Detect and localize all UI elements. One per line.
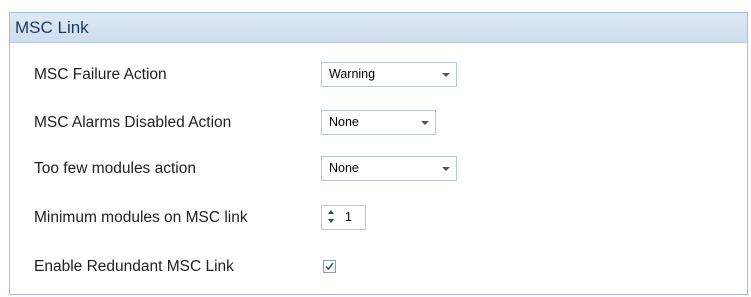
minimum-modules-row: Minimum modules on MSC link 1: [10, 204, 747, 232]
alarms-disabled-value: None: [329, 115, 359, 129]
too-few-modules-label: Too few modules action: [34, 160, 196, 177]
msc-link-panel: MSC Link MSC Failure Action Warning MSC …: [9, 12, 748, 295]
enable-redundant-label: Enable Redundant MSC Link: [34, 258, 234, 275]
chevron-down-icon: [442, 73, 450, 77]
enable-redundant-row: Enable Redundant MSC Link: [10, 253, 747, 281]
failure-action-value: Warning: [329, 67, 376, 81]
chevron-down-icon: [442, 167, 450, 171]
alarms-disabled-label: MSC Alarms Disabled Action: [34, 114, 232, 131]
minimum-modules-value: 1: [345, 210, 352, 224]
failure-action-dropdown[interactable]: Warning: [321, 62, 457, 87]
check-icon: [325, 262, 334, 271]
panel-title: MSC Link: [10, 13, 747, 43]
failure-action-label: MSC Failure Action: [34, 66, 167, 83]
too-few-modules-value: None: [329, 161, 359, 175]
too-few-modules-row: Too few modules action None: [10, 155, 747, 183]
spin-up-icon[interactable]: [328, 210, 334, 214]
enable-redundant-checkbox[interactable]: [323, 260, 336, 273]
minimum-modules-label: Minimum modules on MSC link: [34, 209, 248, 226]
chevron-down-icon: [421, 121, 429, 125]
spin-down-icon[interactable]: [328, 219, 334, 223]
failure-action-row: MSC Failure Action Warning: [10, 61, 747, 89]
alarms-disabled-row: MSC Alarms Disabled Action None: [10, 109, 747, 137]
minimum-modules-spinner[interactable]: 1: [321, 205, 366, 230]
spinner-buttons: [326, 210, 336, 225]
alarms-disabled-dropdown[interactable]: None: [321, 110, 436, 135]
too-few-modules-dropdown[interactable]: None: [321, 156, 457, 181]
